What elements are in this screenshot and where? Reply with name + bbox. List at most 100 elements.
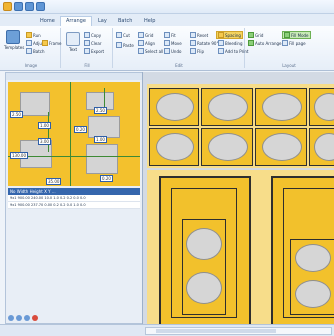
edit-icon[interactable] (16, 315, 22, 321)
card-slot[interactable] (201, 128, 253, 166)
group-fill: Text Copy Clear Export Fill (62, 28, 113, 68)
auto-arrange-icon (248, 40, 254, 46)
dimension-label[interactable]: 2.50 (94, 107, 107, 114)
align-button[interactable]: Align (138, 40, 155, 46)
photo-placeholder[interactable] (208, 133, 248, 161)
spacing-icon (218, 32, 224, 38)
photo-placeholder[interactable] (208, 93, 248, 121)
preview-photo[interactable] (88, 116, 120, 138)
dimension-label[interactable]: 0.20 (74, 126, 87, 133)
photo-placeholder[interactable] (314, 93, 334, 121)
grid-button[interactable]: Grid (138, 32, 153, 38)
export-button[interactable]: Export (84, 48, 104, 54)
frame-icon (42, 40, 48, 46)
card-slot[interactable] (255, 128, 307, 166)
batch-button[interactable]: Batch (26, 48, 45, 54)
grid-check-icon (248, 32, 254, 38)
save-icon[interactable] (14, 2, 23, 11)
dimension-label[interactable]: 35.00 (46, 178, 62, 185)
photo-placeholder[interactable] (186, 272, 222, 304)
clear-button[interactable]: Clear (84, 40, 101, 46)
table-row[interactable]: 9x1 900.00 240.00 10.0 1.0 0.2 0.2 0.0 0… (8, 195, 140, 202)
dimension-label[interactable]: 3.00 (38, 138, 51, 145)
preview-photo[interactable] (20, 92, 50, 116)
photo-placeholder[interactable] (156, 133, 194, 161)
batch-icon (26, 48, 32, 54)
tab-lay[interactable]: Lay (92, 16, 113, 26)
flip-button[interactable]: Flip (190, 48, 204, 54)
photo-placeholder[interactable] (186, 228, 222, 260)
flip-icon (190, 48, 196, 54)
tab-batch[interactable]: Batch (112, 16, 138, 26)
dimension-label[interactable]: 1.00 (38, 122, 51, 129)
copy-button[interactable]: Copy (84, 32, 101, 38)
photo-placeholder[interactable] (262, 93, 302, 121)
reset-button[interactable]: Reset (190, 32, 208, 38)
tab-home[interactable]: Home (34, 16, 61, 26)
fit-button[interactable]: Fit (164, 32, 176, 38)
bleeding-button[interactable]: Bleeding (218, 40, 243, 46)
layout-frame[interactable] (159, 176, 251, 324)
fill-mode-button[interactable]: Fill Mode (282, 31, 311, 39)
card-slot[interactable] (309, 88, 334, 126)
vertical-guide[interactable] (70, 82, 71, 186)
horizontal-scrollbar[interactable] (145, 327, 332, 335)
card-stack[interactable] (290, 239, 334, 315)
print-canvas[interactable] (142, 72, 334, 324)
layout-frame[interactable] (271, 176, 334, 324)
copy-row-icon[interactable] (24, 315, 30, 321)
photo-placeholder[interactable] (295, 244, 331, 272)
card-stack[interactable] (182, 219, 226, 315)
undo-button[interactable]: Undo (164, 48, 181, 54)
inner-frame[interactable] (171, 188, 237, 318)
redo-icon[interactable] (36, 2, 45, 11)
dimension-label[interactable]: 0.20 (100, 175, 113, 182)
photo-placeholder[interactable] (314, 133, 334, 161)
scrollbar-thumb[interactable] (156, 329, 276, 333)
templates-button[interactable]: Templates (4, 30, 24, 50)
undo-icon[interactable] (25, 2, 34, 11)
delete-icon[interactable] (32, 315, 38, 321)
fit-icon (164, 32, 170, 38)
preview-photo[interactable] (86, 144, 118, 174)
card-slot[interactable] (201, 88, 253, 126)
paste-icon (116, 42, 122, 48)
layout-preview[interactable]: 2.50 3.00 2.50 130.00 1.00 1.00 0.20 0.2… (8, 82, 140, 186)
dimension-label[interactable]: 2.50 (10, 111, 23, 118)
fill-page-button[interactable]: Fill page (282, 40, 306, 46)
photo-placeholder[interactable] (156, 93, 194, 121)
photo-placeholder[interactable] (262, 133, 302, 161)
tab-help[interactable]: Help (138, 16, 161, 26)
tab-arrange[interactable]: Arrange (60, 16, 92, 26)
frame-button[interactable]: Frame (42, 40, 61, 46)
rotate-button[interactable]: Rotate 90° (190, 40, 218, 46)
cut-button[interactable]: Cut (116, 32, 130, 38)
dimension-label[interactable]: 130.00 (10, 152, 28, 159)
card-slot[interactable] (149, 128, 199, 166)
card-slot[interactable] (309, 128, 334, 166)
group-layout: Fill Mode Fill page Auto Arrange Grid La… (246, 28, 332, 68)
add-icon[interactable] (8, 315, 14, 321)
add-to-print-button[interactable]: Add to Print (218, 48, 249, 54)
table-row[interactable]: 9x1 900.00 237.70 0.00 0.2 0.2 0.0 1.0 0… (8, 202, 140, 209)
card-slot[interactable] (255, 88, 307, 126)
app-icon[interactable] (3, 2, 12, 11)
grid-check-button[interactable]: Grid (248, 32, 263, 38)
fill-mode-icon (284, 32, 290, 38)
photo-placeholder[interactable] (295, 280, 331, 308)
card-slot[interactable] (149, 88, 199, 126)
auto-arrange-button[interactable]: Auto Arrange (248, 40, 282, 46)
spacing-button[interactable]: Spacing (216, 31, 243, 39)
grid-icon (138, 32, 144, 38)
quick-access-toolbar (3, 2, 45, 11)
ribbon: Templates Run Adjust Batch Frame Image T… (0, 26, 334, 71)
paste-button[interactable]: Paste (116, 42, 134, 48)
run-button[interactable]: Run (26, 32, 41, 38)
cut-icon (116, 32, 122, 38)
select-all-button[interactable]: Select all (138, 48, 163, 54)
bleeding-icon (218, 40, 224, 46)
text-button[interactable]: Text (64, 32, 82, 52)
inner-frame[interactable] (283, 188, 334, 318)
move-button[interactable]: Move (164, 40, 182, 46)
dimension-label[interactable]: 1.00 (94, 136, 107, 143)
